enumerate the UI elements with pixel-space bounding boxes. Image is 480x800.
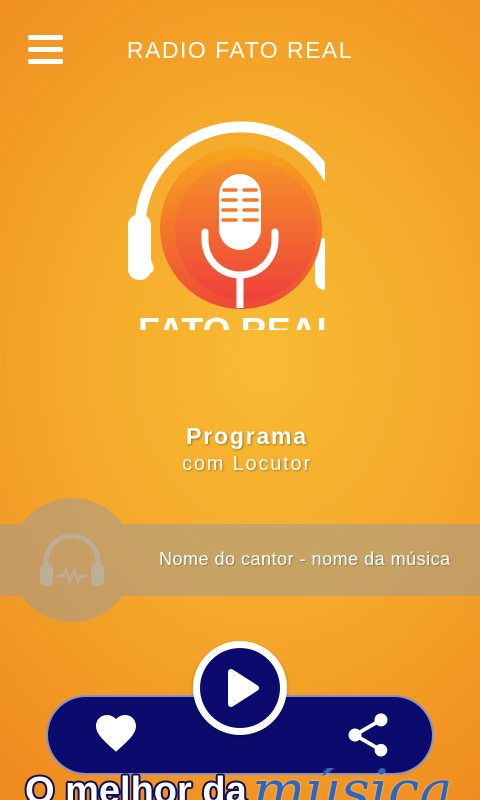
menu-button[interactable]: [22, 26, 68, 70]
share-button[interactable]: [342, 709, 394, 761]
program-host: com Locutor: [182, 453, 312, 475]
hamburger-menu-icon-bar-bottom: [28, 59, 63, 64]
banner-text-script: música: [252, 768, 453, 800]
headphones-icon: [40, 533, 104, 586]
hamburger-menu-icon-bar-middle: [28, 47, 63, 52]
station-logo: FATO REAL: [125, 118, 325, 330]
share-icon: [348, 713, 388, 757]
play-icon: [228, 669, 259, 707]
program-info: Programa com Locutor: [127, 421, 367, 477]
promo-banner: O melhor da música: [0, 768, 480, 800]
heart-icon: [96, 715, 136, 752]
station-logo-graphic: FATO REAL: [128, 121, 325, 330]
banner-text-primary: O melhor da: [25, 770, 247, 800]
program-name: Programa: [186, 423, 308, 449]
hamburger-menu-icon-bar-top: [28, 35, 63, 40]
logo-text: FATO REAL: [138, 310, 325, 330]
like-button[interactable]: [92, 709, 140, 757]
app-title: RADIO FATO REAL: [126, 37, 354, 63]
logo-left-earcup: [128, 214, 151, 280]
play-button[interactable]: [193, 641, 287, 735]
now-playing-track: Nome do cantor - nome da música: [159, 549, 451, 569]
